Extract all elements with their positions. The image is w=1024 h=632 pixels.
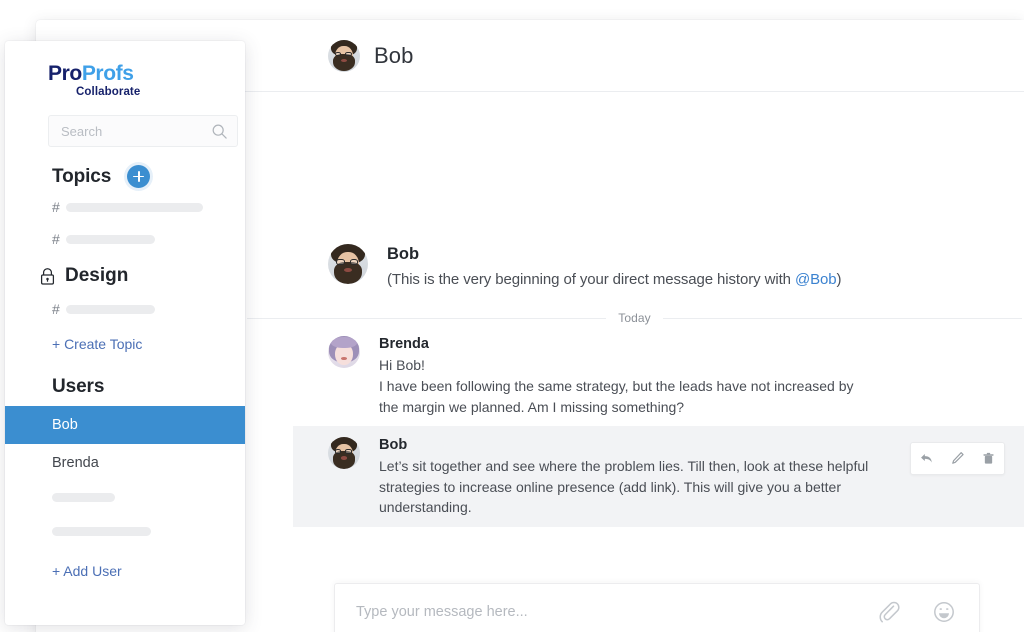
divider-line-right — [663, 318, 1022, 319]
divider-line-left — [247, 318, 606, 319]
user-label-redacted — [52, 527, 151, 536]
sidebar-user-bob[interactable]: Bob — [5, 406, 245, 444]
topics-section-header: Topics — [52, 165, 245, 188]
bob-avatar — [328, 437, 360, 469]
add-user-link[interactable]: + Add User — [5, 563, 245, 579]
topic-group-design[interactable]: Design — [5, 262, 245, 290]
topic-label-redacted — [66, 305, 155, 314]
message-composer[interactable]: Type your message here... — [334, 583, 980, 632]
topic-item[interactable]: # — [5, 296, 245, 322]
sidebar: ProProfs Collaborate Search Topics # # — [5, 41, 245, 625]
design-group-label: Design — [65, 265, 128, 287]
create-topic-link[interactable]: + Create Topic — [5, 336, 245, 352]
search-box[interactable]: Search — [48, 115, 238, 147]
intro-author-name: Bob — [387, 244, 841, 265]
paperclip-icon[interactable] — [877, 600, 901, 624]
logo-text-secondary: Profs — [82, 62, 134, 85]
hash-icon: # — [52, 199, 66, 215]
message-row: Brenda Hi Bob! I have been following the… — [245, 325, 1024, 426]
user-label: Bob — [52, 417, 78, 433]
lock-icon — [39, 267, 56, 286]
message-author: Brenda — [379, 336, 871, 352]
message-action-toolbar — [910, 442, 1005, 475]
intro-avatar — [328, 244, 368, 284]
intro-text-before: (This is the very beginning of your dire… — [387, 271, 795, 288]
message-text-line: Hi Bob! — [379, 355, 871, 376]
topic-label-redacted — [66, 235, 155, 244]
brenda-avatar — [328, 336, 360, 368]
sidebar-user-brenda[interactable]: Brenda — [5, 444, 245, 482]
sidebar-user-item[interactable] — [5, 482, 245, 512]
message-row: Bob Let’s sit together and see where the… — [293, 426, 1024, 527]
search-input[interactable]: Search — [61, 124, 211, 139]
users-section-header: Users — [52, 376, 245, 398]
message-author: Bob — [379, 437, 871, 453]
logo-subtitle: Collaborate — [48, 86, 245, 98]
message-input[interactable]: Type your message here... — [356, 604, 847, 620]
intro-text: (This is the very beginning of your dire… — [387, 271, 841, 288]
hash-icon: # — [52, 231, 66, 247]
conversation-intro: Bob (This is the very beginning of your … — [328, 244, 1024, 288]
logo-wordmark: ProProfs — [48, 63, 245, 84]
delete-icon[interactable] — [981, 451, 996, 466]
users-title: Users — [52, 376, 104, 398]
topic-item[interactable]: # — [5, 226, 245, 252]
message-text-line: Let’s sit together and see where the pro… — [379, 456, 871, 518]
search-icon[interactable] — [211, 123, 228, 140]
app-root: Bob Bob (This is the very beginning of y… — [0, 0, 1024, 632]
day-divider: Today — [245, 311, 1024, 325]
app-logo[interactable]: ProProfs Collaborate — [5, 41, 245, 98]
topic-label-redacted — [66, 203, 203, 212]
mention-link[interactable]: @Bob — [795, 271, 837, 288]
reply-icon[interactable] — [919, 451, 934, 466]
add-topic-button[interactable] — [127, 165, 150, 188]
emoji-icon[interactable] — [931, 599, 957, 625]
topics-title: Topics — [52, 166, 111, 188]
conversation-title: Bob — [374, 43, 413, 69]
logo-text-primary: Pro — [48, 62, 82, 85]
message-text-line: I have been following the same strategy,… — [379, 376, 871, 417]
hash-icon: # — [52, 301, 66, 317]
divider-label: Today — [606, 311, 663, 325]
edit-icon[interactable] — [950, 451, 965, 466]
topic-item[interactable]: # — [5, 194, 245, 220]
intro-text-after: ) — [836, 271, 841, 288]
conversation-header: Bob — [245, 20, 1024, 92]
header-avatar — [328, 40, 360, 72]
user-label-redacted — [52, 493, 115, 502]
chat-area: Bob (This is the very beginning of your … — [245, 93, 1024, 632]
user-label: Brenda — [52, 455, 99, 471]
sidebar-user-item[interactable] — [5, 516, 245, 546]
